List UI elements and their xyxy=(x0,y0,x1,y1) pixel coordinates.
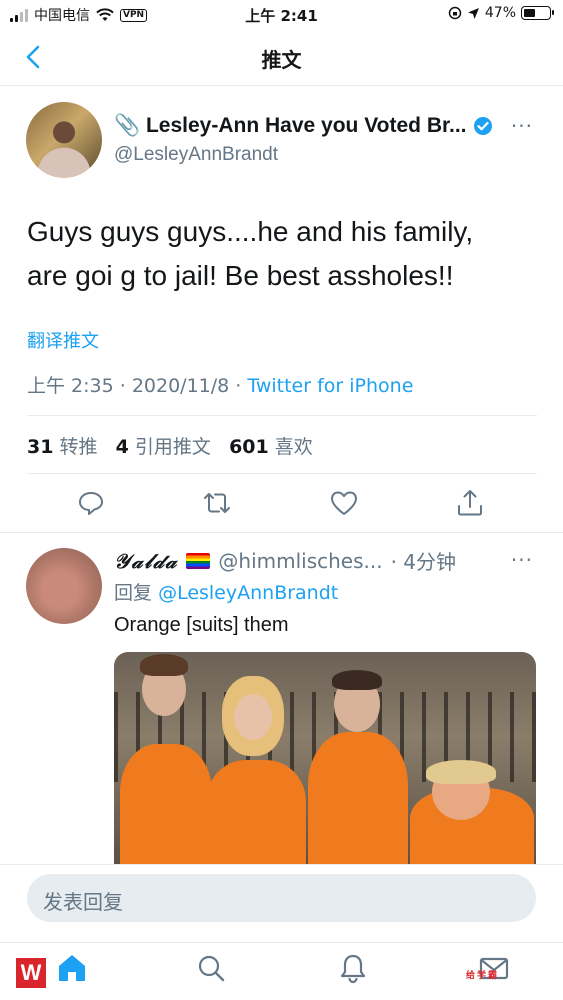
author-name-row[interactable]: 📎 Lesley-Ann Have you Voted Br... xyxy=(114,114,493,138)
tweet-text-line: are goi g to jail! Be best assholes!! xyxy=(27,260,454,291)
share-icon[interactable] xyxy=(455,488,485,518)
retweets-label: 转推 xyxy=(59,436,98,458)
tweet-timestamp: 上午 2:35 · 2020/11/8 · xyxy=(27,375,248,397)
author-avatar[interactable] xyxy=(26,102,102,178)
tweet-meta: 上午 2:35 · 2020/11/8 · Twitter for iPhone xyxy=(27,371,413,398)
likes-label: 喜欢 xyxy=(274,436,313,458)
reply-author-name[interactable]: 𝒴𝒶𝓁𝒹𝒶 xyxy=(114,549,178,573)
quotes-label: 引用推文 xyxy=(134,436,211,458)
reply-header: 𝒴𝒶𝓁𝒹𝒶 @himmlisches... · 4分钟 xyxy=(114,546,456,575)
quotes-stat[interactable]: 4 引用推文 xyxy=(116,436,211,458)
tweet-text: Guys guys guys....he and his family, are… xyxy=(27,210,537,298)
verified-badge-icon xyxy=(473,117,492,135)
status-right: 47% xyxy=(448,5,554,21)
reply-timestamp: · 4分钟 xyxy=(390,550,457,574)
likes-stat[interactable]: 601 喜欢 xyxy=(229,436,313,458)
comment-icon[interactable] xyxy=(76,488,106,518)
tweet-source[interactable]: Twitter for iPhone xyxy=(247,375,413,397)
translate-tweet-link[interactable]: 翻译推文 xyxy=(27,327,99,353)
replying-to: 回复 @LesleyAnnBrandt xyxy=(114,578,338,605)
replying-to-label: 回复 xyxy=(114,582,153,604)
tweet-text-line: Guys guys guys....he and his family, xyxy=(27,216,474,247)
quotes-count: 4 xyxy=(115,436,129,458)
watermark-logo: W xyxy=(16,958,46,988)
status-bar: 中国电信 VPN 上午 2:41 47% xyxy=(0,0,563,30)
location-icon xyxy=(467,7,479,19)
replying-to-mention[interactable]: @LesleyAnnBrandt xyxy=(158,582,338,604)
divider xyxy=(27,415,537,416)
battery-percent: 47% xyxy=(484,5,516,21)
reply-input-placeholder: 发表回复 xyxy=(43,890,123,914)
retweet-icon[interactable] xyxy=(202,488,232,518)
bell-icon[interactable] xyxy=(336,951,370,985)
watermark-text: 给学霸 xyxy=(466,971,500,981)
reply-avatar[interactable] xyxy=(26,548,102,624)
retweets-stat[interactable]: 31 转推 xyxy=(27,436,98,458)
more-options-icon[interactable]: ··· xyxy=(511,114,533,138)
author-handle[interactable]: @LesleyAnnBrandt xyxy=(114,144,278,166)
reply-media-image[interactable] xyxy=(114,652,536,864)
author-name[interactable]: 📎 Lesley-Ann Have you Voted Br... xyxy=(114,114,467,138)
tweet-stats: 31 转推 4 引用推文 601 喜欢 xyxy=(27,432,313,459)
reply-author-handle[interactable]: @himmlisches... xyxy=(218,549,382,573)
heart-icon[interactable] xyxy=(329,488,359,518)
rainbow-flag-icon xyxy=(186,552,211,569)
reply-input[interactable]: 发表回复 xyxy=(27,874,536,922)
tweet-actions xyxy=(0,484,563,524)
likes-count: 601 xyxy=(229,436,269,458)
nav-header: 推文 xyxy=(0,30,563,86)
reply-text: Orange [suits] them xyxy=(114,614,289,636)
divider xyxy=(27,473,537,474)
battery-icon xyxy=(521,6,554,20)
page-title: 推文 xyxy=(261,48,302,72)
retweets-count: 31 xyxy=(27,436,54,458)
search-icon[interactable] xyxy=(194,951,228,985)
home-icon[interactable] xyxy=(55,951,89,985)
reply-more-options-icon[interactable]: ··· xyxy=(511,548,533,572)
rotation-lock-icon xyxy=(448,6,462,20)
divider xyxy=(0,532,563,533)
